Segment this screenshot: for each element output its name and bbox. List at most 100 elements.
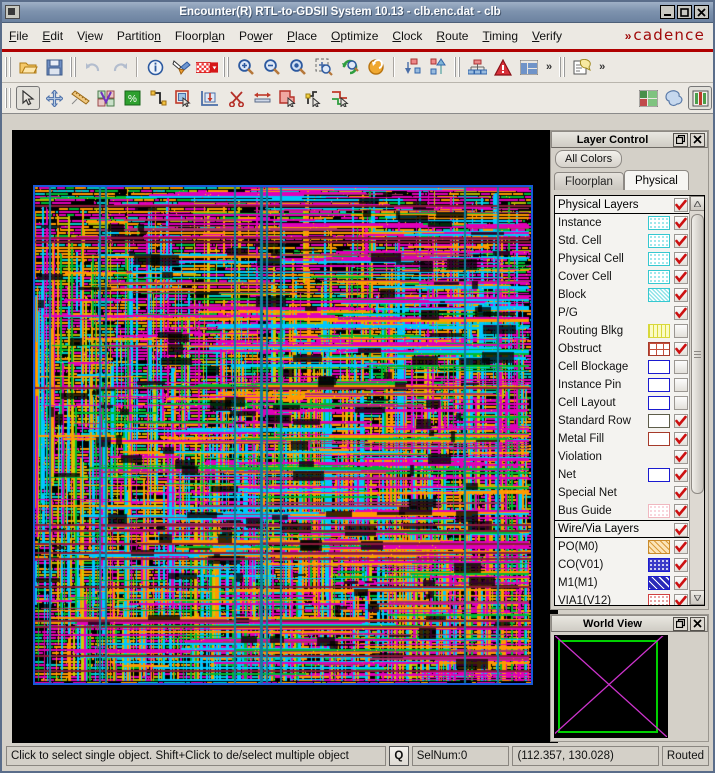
layout-canvas[interactable] bbox=[12, 130, 558, 744]
layer-row[interactable]: CO(V01) bbox=[555, 556, 689, 574]
layer-color-swatch[interactable] bbox=[648, 558, 670, 572]
die-boundary bbox=[33, 185, 533, 685]
layer-name: Block bbox=[558, 289, 587, 301]
layer-row[interactable]: Physical Cell bbox=[555, 250, 689, 268]
layer-name: PO(M0) bbox=[558, 541, 599, 553]
layer-row[interactable]: Violation bbox=[555, 448, 689, 466]
layer-color-swatch[interactable] bbox=[648, 234, 670, 248]
layer-control-toolbar: All Colors bbox=[551, 148, 708, 170]
layer-control-panel: Layer Control All Colors Floorplan Physi… bbox=[550, 130, 709, 610]
layer-visibility-checkbox[interactable] bbox=[674, 594, 688, 605]
layer-row[interactable]: Bus Guide bbox=[555, 502, 689, 520]
world-view-title: World View bbox=[583, 617, 642, 630]
layer-color-swatch[interactable] bbox=[648, 378, 670, 392]
layer-row[interactable]: M1(M1) bbox=[555, 574, 689, 592]
world-view-panel: World View bbox=[550, 614, 709, 742]
layer-color-swatch[interactable] bbox=[648, 360, 670, 374]
world-view-thumbnail[interactable] bbox=[554, 635, 668, 738]
scroll-down-icon[interactable] bbox=[690, 590, 704, 605]
layer-visibility-checkbox[interactable] bbox=[674, 288, 688, 302]
tab-floorplan[interactable]: Floorplan bbox=[554, 172, 624, 190]
cursor-coordinates: (112.357, 130.028) bbox=[512, 746, 659, 766]
close-panel-icon[interactable] bbox=[690, 616, 705, 631]
layer-color-swatch[interactable] bbox=[648, 396, 670, 410]
layer-color-swatch[interactable] bbox=[648, 432, 670, 446]
layer-color-swatch[interactable] bbox=[648, 504, 670, 518]
layer-name: Net bbox=[558, 469, 576, 481]
layer-color-swatch[interactable] bbox=[648, 270, 670, 284]
status-bar: Click to select single object. Shift+Cli… bbox=[4, 743, 711, 769]
layer-group-header[interactable]: Wire/Via Layers bbox=[555, 520, 689, 538]
layer-visibility-checkbox[interactable] bbox=[674, 432, 688, 446]
layer-name: CO(V01) bbox=[558, 559, 604, 571]
layer-row[interactable]: P/G bbox=[555, 304, 689, 322]
restore-panel-icon[interactable] bbox=[673, 132, 688, 147]
layer-row[interactable]: VIA1(V12) bbox=[555, 592, 689, 605]
layer-list[interactable]: Physical Layers Instance Std. Cell Physical… bbox=[554, 195, 705, 606]
layer-row[interactable]: Metal Fill bbox=[555, 430, 689, 448]
query-button[interactable]: Q bbox=[389, 746, 409, 766]
layer-visibility-checkbox[interactable] bbox=[674, 468, 688, 482]
layer-row[interactable]: Cell Layout bbox=[555, 394, 689, 412]
layer-row[interactable]: Instance Pin bbox=[555, 376, 689, 394]
layer-color-swatch[interactable] bbox=[648, 342, 670, 356]
scrollbar-thumb[interactable] bbox=[691, 214, 704, 494]
layer-name: Violation bbox=[558, 451, 602, 463]
restore-panel-icon[interactable] bbox=[673, 616, 688, 631]
layer-rows-container: Physical Layers Instance Std. Cell Physical… bbox=[555, 196, 689, 605]
scroll-up-icon[interactable] bbox=[690, 196, 704, 211]
layer-row[interactable]: Net bbox=[555, 466, 689, 484]
layer-visibility-checkbox[interactable] bbox=[674, 252, 688, 266]
layer-row[interactable]: Special Net bbox=[555, 484, 689, 502]
layer-color-swatch[interactable] bbox=[648, 252, 670, 266]
tab-physical[interactable]: Physical bbox=[623, 170, 689, 190]
layer-color-swatch[interactable] bbox=[648, 540, 670, 554]
layer-visibility-checkbox[interactable] bbox=[674, 270, 688, 284]
layer-visibility-checkbox[interactable] bbox=[674, 414, 688, 428]
layer-name: Special Net bbox=[558, 487, 617, 499]
layer-visibility-checkbox[interactable] bbox=[674, 558, 688, 572]
layer-color-swatch[interactable] bbox=[648, 216, 670, 230]
layer-visibility-checkbox[interactable] bbox=[674, 360, 688, 374]
layer-name: Std. Cell bbox=[558, 235, 602, 247]
layer-visibility-checkbox[interactable] bbox=[674, 324, 688, 338]
layer-color-swatch[interactable] bbox=[648, 288, 670, 302]
layer-visibility-checkbox[interactable] bbox=[674, 576, 688, 590]
layer-visibility-checkbox[interactable] bbox=[674, 216, 688, 230]
layer-visibility-checkbox[interactable] bbox=[674, 342, 688, 356]
layer-row[interactable]: Instance bbox=[555, 214, 689, 232]
die-area[interactable] bbox=[33, 185, 533, 685]
layer-visibility-checkbox[interactable] bbox=[674, 450, 688, 464]
layer-visibility-checkbox[interactable] bbox=[674, 504, 688, 518]
layer-row[interactable]: Standard Row bbox=[555, 412, 689, 430]
layer-list-scrollbar[interactable] bbox=[689, 196, 704, 605]
layer-row[interactable]: Block bbox=[555, 286, 689, 304]
layer-visibility-checkbox[interactable] bbox=[674, 540, 688, 554]
layer-group-header[interactable]: Physical Layers bbox=[555, 196, 689, 214]
layer-row[interactable]: PO(M0) bbox=[555, 538, 689, 556]
layer-control-title-bar: Layer Control bbox=[551, 131, 708, 148]
layer-name: P/G bbox=[558, 307, 578, 319]
all-colors-button[interactable]: All Colors bbox=[555, 150, 623, 168]
layer-color-swatch[interactable] bbox=[648, 414, 670, 428]
layer-visibility-checkbox[interactable] bbox=[674, 523, 688, 537]
layer-visibility-checkbox[interactable] bbox=[674, 234, 688, 248]
layer-visibility-checkbox[interactable] bbox=[674, 396, 688, 410]
layer-color-swatch[interactable] bbox=[648, 576, 670, 590]
layer-name: M1(M1) bbox=[558, 577, 598, 589]
layer-name: Cell Blockage bbox=[558, 361, 629, 373]
layer-visibility-checkbox[interactable] bbox=[674, 378, 688, 392]
close-panel-icon[interactable] bbox=[690, 132, 705, 147]
layer-color-swatch[interactable] bbox=[648, 594, 670, 605]
layer-visibility-checkbox[interactable] bbox=[674, 306, 688, 320]
layer-color-swatch[interactable] bbox=[648, 324, 670, 338]
layer-row[interactable]: Routing Blkg bbox=[555, 322, 689, 340]
layer-color-swatch[interactable] bbox=[648, 468, 670, 482]
layer-row[interactable]: Std. Cell bbox=[555, 232, 689, 250]
layer-row[interactable]: Cover Cell bbox=[555, 268, 689, 286]
layer-visibility-checkbox[interactable] bbox=[674, 486, 688, 500]
layer-row[interactable]: Cell Blockage bbox=[555, 358, 689, 376]
layer-name: VIA1(V12) bbox=[558, 595, 612, 605]
layer-visibility-checkbox[interactable] bbox=[674, 198, 688, 212]
layer-row[interactable]: Obstruct bbox=[555, 340, 689, 358]
